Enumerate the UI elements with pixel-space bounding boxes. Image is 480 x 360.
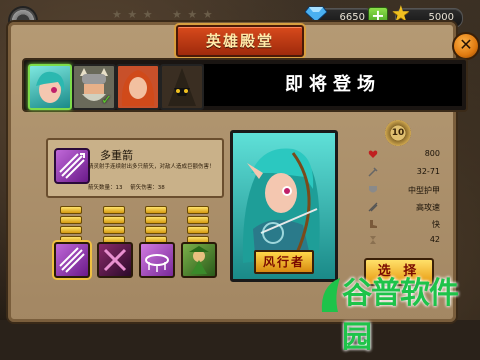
skill-slot-ring[interactable] [139, 242, 175, 278]
hero-selection-strip: ✓ 即将登场 [22, 58, 468, 112]
skill-level-bars-3 [145, 206, 167, 246]
stat-move-speed: 快 [368, 218, 448, 232]
skill-level-bars-2 [103, 206, 125, 246]
skill-description: 精灵射手连续射出多只箭矢，对敌人造成巨额伤害！ [88, 164, 215, 170]
hero-name-plate: 风行者 [254, 250, 314, 274]
hourglass-icon [370, 236, 376, 244]
skill-slot-multi-arrow[interactable] [54, 242, 90, 278]
boot-icon [370, 220, 377, 228]
skill-name: 多重箭 [100, 149, 133, 162]
skill-meta: 箭矢数量：13 箭矢伤害：38 [88, 185, 165, 191]
stat-health: 800 [368, 148, 448, 162]
stat-armor: 中型护甲 [368, 184, 448, 198]
sword-icon [368, 167, 378, 177]
owned-check-icon: ✓ [101, 93, 112, 108]
attack-speed-icon [368, 202, 378, 212]
hero-portrait-dark-mage[interactable] [160, 64, 204, 110]
coming-soon-banner: 即将登场 [204, 64, 462, 106]
stat-attack-speed-value: 高攻速 [416, 203, 440, 212]
hero-portrait-redhead[interactable] [116, 64, 160, 110]
stat-range: 42 [368, 234, 448, 248]
stat-attack-speed: 高攻速 [368, 201, 448, 215]
stat-move-speed-value: 快 [432, 220, 440, 229]
skill-slot-ranger[interactable] [181, 242, 217, 278]
armor-icon [369, 186, 377, 193]
stat-damage-value: 32-71 [416, 167, 440, 176]
watermark-logo: 谷普软件园 [320, 272, 478, 355]
hero-portrait-viking[interactable]: ✓ [72, 64, 116, 110]
stat-damage: 32-71 [368, 166, 448, 180]
hero-level-badge: 10 [385, 120, 411, 146]
stat-range-value: 42 [429, 235, 440, 244]
stat-health-value: 800 [424, 149, 440, 158]
watermark-text: 谷普软件园 [342, 276, 459, 355]
stat-armor-value: 中型护甲 [408, 186, 440, 195]
skill-level-bars-1 [60, 206, 82, 246]
page-title: 英雄殿堂 [176, 25, 304, 57]
heart-icon [368, 150, 378, 158]
multi-arrow-skill-icon [54, 148, 90, 184]
hero-portrait-archer[interactable] [28, 64, 72, 110]
skill-level-bars-4 [187, 206, 209, 246]
close-button[interactable]: ✕ [452, 32, 480, 60]
skill-slot-crossed-arrows[interactable] [97, 242, 133, 278]
